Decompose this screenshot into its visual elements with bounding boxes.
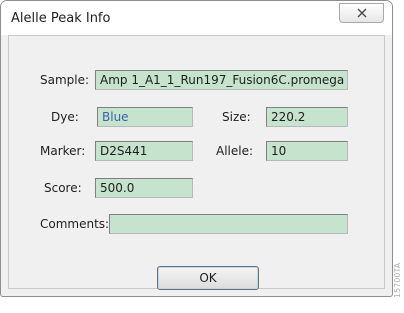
marker-label: Marker: [40, 144, 86, 158]
allele-field[interactable]: 10 [266, 141, 348, 161]
allele-label: Allele: [216, 144, 254, 158]
sample-label: Sample: [40, 73, 90, 87]
score-label: Score: [44, 181, 82, 195]
dialog-content: Sample: Amp 1_A1_1_Run197_Fusion6C.prome… [8, 35, 385, 290]
size-field[interactable]: 220.2 [266, 107, 348, 127]
comments-field[interactable] [109, 214, 348, 234]
comments-label: Comments: [40, 217, 110, 231]
window-title: Alelle Peak Info [11, 11, 111, 26]
close-button[interactable] [339, 3, 384, 23]
close-icon [357, 8, 366, 18]
dye-field[interactable]: Blue [97, 107, 193, 127]
size-label: Size: [222, 110, 251, 124]
figure-watermark: 15700TA [393, 262, 402, 298]
title-bar[interactable]: Alelle Peak Info [1, 1, 392, 35]
dye-label: Dye: [51, 110, 79, 124]
sample-field[interactable]: Amp 1_A1_1_Run197_Fusion6C.promega [95, 70, 348, 90]
score-field[interactable]: 500.0 [95, 178, 193, 198]
marker-field[interactable]: D2S441 [95, 141, 193, 161]
allele-peak-info-dialog: Alelle Peak Info Sample: Amp 1_A1_1_Run1… [0, 0, 393, 297]
ok-button[interactable]: OK [157, 266, 259, 290]
